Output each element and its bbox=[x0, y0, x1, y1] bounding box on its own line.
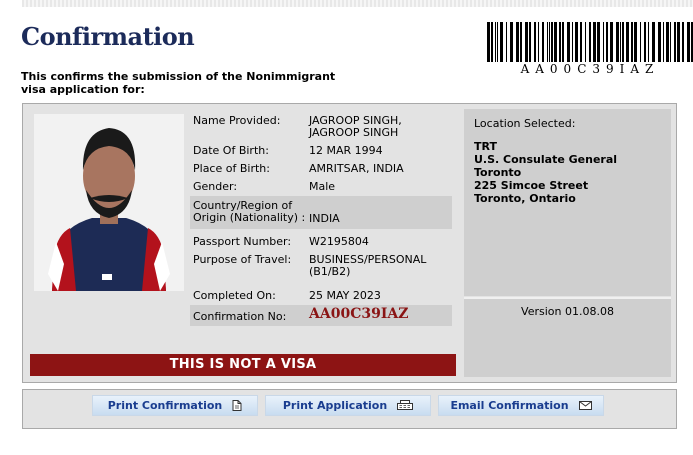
dob-value: 12 MAR 1994 bbox=[309, 144, 383, 157]
country-label: Country/Region of Origin (Nationality) : bbox=[193, 199, 306, 224]
location-panel: Location Selected: TRT U.S. Consulate Ge… bbox=[464, 109, 671, 296]
email-confirmation-label: Email Confirmation bbox=[450, 399, 569, 412]
pob-row: Place of Birth: AMRITSAR, INDIA bbox=[190, 160, 452, 178]
location-line1: U.S. Consulate General Toronto bbox=[474, 153, 618, 179]
confirmation-panel: Name Provided: JAGROOP SINGH, JAGROOP SI… bbox=[22, 103, 677, 383]
person-photo-icon bbox=[34, 114, 184, 291]
country-value: INDIA bbox=[309, 212, 340, 225]
confirmation-number-label: Confirmation No: bbox=[193, 310, 287, 323]
not-a-visa-banner: THIS IS NOT A VISA bbox=[30, 354, 456, 376]
purpose-value: BUSINESS/PERSONAL (B1/B2) bbox=[309, 253, 427, 278]
location-title: Location Selected: bbox=[474, 117, 576, 130]
applicant-info: Name Provided: JAGROOP SINGH, JAGROOP SI… bbox=[190, 112, 452, 326]
pob-label: Place of Birth: bbox=[193, 162, 270, 175]
email-confirmation-button[interactable]: Email Confirmation bbox=[438, 395, 604, 416]
location-code: TRT bbox=[474, 140, 497, 153]
envelope-icon bbox=[578, 401, 592, 410]
dob-row: Date Of Birth: 12 MAR 1994 bbox=[190, 142, 452, 160]
intro-text: This confirms the submission of the Noni… bbox=[21, 70, 336, 96]
location-line3: Toronto, Ontario bbox=[474, 192, 576, 205]
print-confirmation-label: Print Confirmation bbox=[107, 399, 223, 412]
passport-value: W2195804 bbox=[309, 235, 369, 248]
gender-label: Gender: bbox=[193, 180, 238, 193]
pob-value: AMRITSAR, INDIA bbox=[309, 162, 404, 175]
gender-row: Gender: Male bbox=[190, 178, 452, 196]
dob-label: Date Of Birth: bbox=[193, 144, 269, 157]
page-title: Confirmation bbox=[21, 22, 195, 51]
document-icon bbox=[232, 400, 242, 411]
version-text: Version 01.08.08 bbox=[464, 297, 671, 377]
completed-value: 25 MAY 2023 bbox=[309, 289, 381, 302]
printer-icon bbox=[397, 400, 414, 410]
print-application-button[interactable]: Print Application bbox=[265, 395, 431, 416]
print-application-label: Print Application bbox=[282, 399, 388, 412]
name-label: Name Provided: bbox=[193, 114, 281, 127]
name-value: JAGROOP SINGH, JAGROOP SINGH bbox=[309, 114, 402, 139]
country-row: Country/Region of Origin (Nationality) :… bbox=[190, 196, 452, 229]
gender-value: Male bbox=[309, 180, 336, 193]
passport-label: Passport Number: bbox=[193, 235, 292, 248]
confirmation-number-row: Confirmation No: AA00C39IAZ bbox=[190, 305, 452, 326]
print-confirmation-button[interactable]: Print Confirmation bbox=[92, 395, 258, 416]
confirmation-number-value: AA00C39IAZ bbox=[309, 306, 409, 322]
name-row: Name Provided: JAGROOP SINGH, JAGROOP SI… bbox=[190, 112, 452, 142]
action-bar: Print Confirmation Print Application Ema… bbox=[22, 389, 677, 429]
purpose-row: Purpose of Travel: BUSINESS/PERSONAL (B1… bbox=[190, 251, 452, 281]
top-border bbox=[22, 0, 693, 7]
location-line2: 225 Simcoe Street bbox=[474, 179, 589, 192]
barcode-text: AA00C39IAZ bbox=[520, 62, 660, 76]
completed-row: Completed On: 25 MAY 2023 bbox=[190, 287, 452, 305]
purpose-label: Purpose of Travel: bbox=[193, 253, 292, 266]
completed-label: Completed On: bbox=[193, 289, 276, 302]
applicant-photo bbox=[34, 114, 184, 291]
passport-row: Passport Number: W2195804 bbox=[190, 233, 452, 251]
barcode bbox=[487, 22, 693, 62]
